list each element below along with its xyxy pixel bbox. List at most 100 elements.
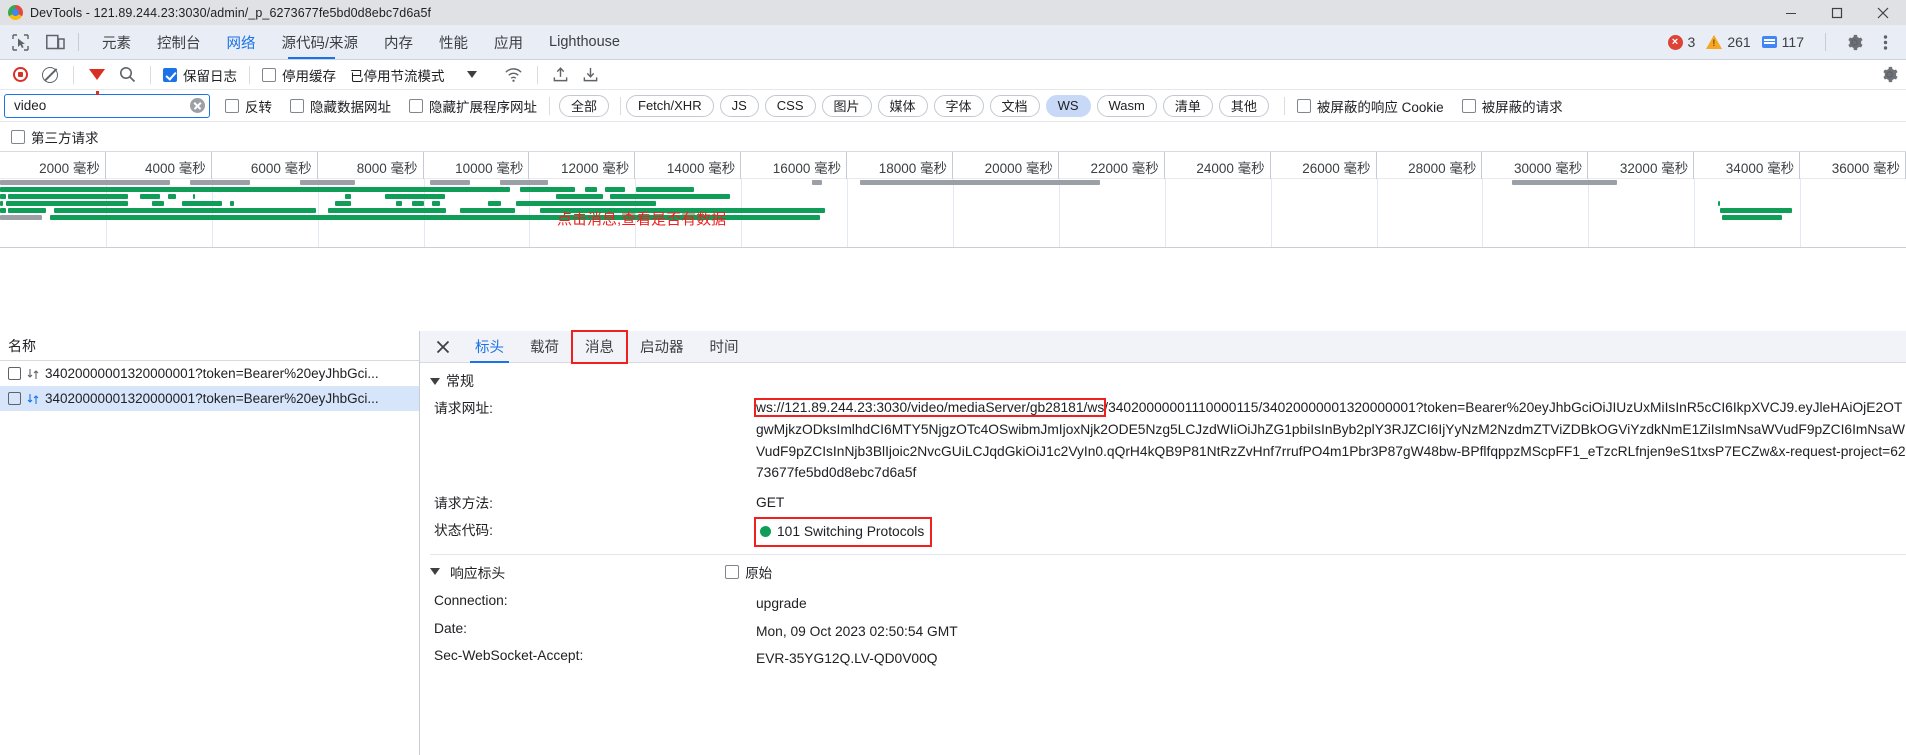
type-chip-css[interactable]: CSS (764, 94, 816, 117)
import-har-button[interactable] (547, 62, 575, 88)
waterfall-bar (412, 201, 424, 206)
device-toolbar-icon[interactable] (42, 29, 68, 55)
blocked-cookies-checkbox[interactable]: 被屏蔽的响应 Cookie (1294, 96, 1447, 116)
type-chip-js[interactable]: JS (719, 94, 759, 117)
network-settings-gear[interactable] (1878, 62, 1906, 88)
record-button[interactable] (6, 62, 34, 88)
timeline-gridline (1694, 179, 1696, 247)
tab-sources[interactable]: 源代码/来源 (269, 25, 372, 60)
type-chip-other[interactable]: 其他 (1218, 94, 1269, 117)
type-chip-font[interactable]: 字体 (933, 94, 984, 117)
websocket-icon (8, 392, 21, 405)
request-list-panel: 名称 34020000001320000001?token=Bearer%20e… (0, 331, 420, 755)
tab-performance[interactable]: 性能 (426, 25, 481, 60)
gear-icon[interactable] (1841, 29, 1867, 55)
tab-network[interactable]: 网络 (214, 25, 269, 60)
request-url-value[interactable]: ws://121.89.244.23:3030/video/mediaServe… (753, 397, 1906, 484)
info-count[interactable]: 117 (1761, 34, 1804, 50)
timeline-gridline (1164, 179, 1166, 247)
type-chip-fetch-xhr[interactable]: Fetch/XHR (626, 94, 714, 117)
filter-search-box[interactable] (4, 93, 210, 118)
timeline-tick: 36000 毫秒 (1800, 152, 1906, 179)
maximize-icon[interactable] (1814, 0, 1860, 25)
disable-cache-label: 停用缓存 (282, 68, 336, 84)
close-icon[interactable] (1860, 0, 1906, 25)
blocked-requests-checkbox[interactable]: 被屏蔽的请求 (1459, 96, 1566, 116)
type-chip-all[interactable]: 全部 (559, 94, 610, 117)
disable-cache-box (262, 67, 276, 82)
request-name: 34020000001320000001?token=Bearer%20eyJh… (45, 366, 379, 381)
general-section-header[interactable]: 常规 (420, 363, 1906, 395)
search-input[interactable] (12, 97, 190, 114)
minimize-icon[interactable] (1768, 0, 1814, 25)
timeline-tick-label: 2000 毫秒 (39, 161, 100, 176)
inspect-element-icon[interactable] (7, 29, 33, 55)
export-har-button[interactable] (577, 62, 605, 88)
network-filter-row: 反转 隐藏数据网址 隐藏扩展程序网址 全部 Fetch/XHR JS CSS 图… (0, 90, 1906, 122)
detail-tab-messages[interactable]: 消息 (571, 329, 628, 364)
invert-checkbox[interactable]: 反转 (222, 96, 275, 116)
filter-button[interactable] (83, 62, 111, 95)
clear-search-icon[interactable] (190, 98, 205, 113)
record-icon (12, 67, 28, 82)
raw-toggle[interactable]: 原始 (725, 562, 772, 582)
blocked-requests-box (1461, 98, 1476, 113)
window-controls (1768, 0, 1906, 25)
close-detail-icon[interactable] (430, 334, 456, 360)
waterfall-bar (193, 194, 195, 199)
detail-tab-initiator[interactable]: 启动器 (627, 331, 697, 363)
tab-lighthouse[interactable]: Lighthouse (536, 25, 633, 60)
search-button[interactable] (113, 62, 141, 88)
header-value: Mon, 09 Oct 2023 02:50:54 GMT (756, 623, 958, 639)
timeline-tick: 8000 毫秒 (318, 152, 424, 179)
detail-tab-payload[interactable]: 载荷 (517, 331, 572, 363)
table-row[interactable]: 34020000001320000001?token=Bearer%20eyJh… (0, 386, 419, 411)
type-chip-manifest[interactable]: 清单 (1162, 94, 1213, 117)
type-chip-ws[interactable]: WS (1045, 94, 1091, 117)
type-chip-media[interactable]: 媒体 (877, 94, 928, 117)
preserve-log-checkbox[interactable]: 保留日志 (160, 65, 240, 85)
disable-cache-checkbox[interactable]: 停用缓存 (259, 65, 339, 85)
header-value: upgrade (756, 595, 807, 611)
type-chip-img[interactable]: 图片 (821, 94, 872, 117)
header-key: Date: (434, 620, 467, 636)
timeline-tick-label: 26000 毫秒 (1302, 161, 1371, 176)
third-party-box (11, 129, 25, 144)
tab-console[interactable]: 控制台 (144, 25, 214, 60)
active-tab-underline (288, 57, 335, 59)
third-party-checkbox[interactable]: 第三方请求 (8, 127, 102, 147)
timeline-tick-label: 10000 毫秒 (455, 161, 524, 176)
network-conditions-button[interactable] (500, 62, 528, 88)
request-method-label: 请求方法: (434, 496, 494, 512)
response-headers-section-header[interactable]: 响应标头 原始 (420, 555, 1906, 587)
detail-tab-timing[interactable]: 时间 (697, 331, 752, 363)
status-code-label: 状态代码: (434, 522, 494, 538)
timeline-gridline (1376, 179, 1378, 247)
table-row[interactable]: 34020000001320000001?token=Bearer%20eyJh… (0, 361, 419, 386)
clear-button[interactable] (36, 62, 64, 88)
warning-count[interactable]: 261 (1706, 34, 1751, 50)
waterfall-bar (1718, 201, 1720, 206)
throttling-dropdown-button[interactable] (458, 62, 486, 88)
column-header-name: 名称 (8, 337, 36, 354)
timeline-tick-label: 16000 毫秒 (772, 161, 842, 176)
type-chip-doc[interactable]: 文档 (989, 94, 1040, 117)
waterfall-bar (432, 201, 440, 206)
hide-ext-urls-checkbox[interactable]: 隐藏扩展程序网址 (406, 96, 540, 116)
raw-checkbox-box (725, 564, 740, 579)
more-options-icon[interactable] (1872, 29, 1898, 55)
tab-application[interactable]: 应用 (481, 25, 536, 60)
waterfall-bar (0, 194, 6, 199)
tab-elements[interactable]: 元素 (89, 25, 144, 60)
tab-memory[interactable]: 内存 (371, 25, 426, 60)
throttling-select[interactable]: 已停用节流模式 (347, 65, 448, 85)
type-chip-wasm[interactable]: Wasm (1096, 94, 1157, 117)
detail-tab-headers[interactable]: 标头 (462, 331, 517, 363)
hide-data-urls-checkbox[interactable]: 隐藏数据网址 (287, 96, 394, 116)
error-count[interactable]: × 3 (1667, 34, 1695, 50)
devtools-tab-strip: 元素 控制台 网络 源代码/来源 内存 性能 应用 Lighthouse × 3… (0, 25, 1906, 60)
timeline-tick: 18000 毫秒 (847, 152, 953, 179)
detail-tab-strip: 标头 载荷 消息 启动器 时间 (420, 329, 1906, 364)
network-overview[interactable]: 2000 毫秒 4000 毫秒 6000 毫秒 8000 毫秒 10000 毫秒 1200… (0, 152, 1906, 248)
toolbar-sep-2 (150, 65, 151, 84)
